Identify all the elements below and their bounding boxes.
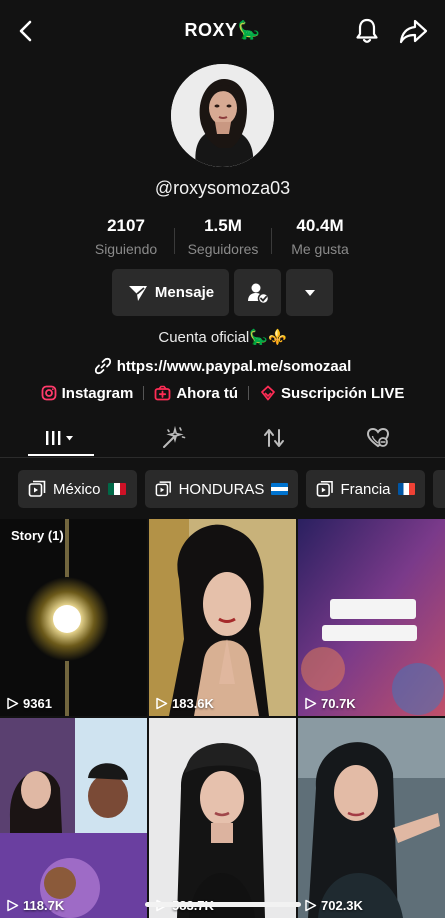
avatar-image: [171, 64, 274, 167]
subscription-icon: [261, 385, 275, 401]
video-tile-2[interactable]: 183.6K: [149, 519, 296, 716]
video-tile-1[interactable]: Story (1) 9361: [0, 519, 147, 716]
message-button[interactable]: Mensaje: [112, 269, 229, 316]
view-count-text: 9361: [23, 696, 52, 711]
caret-down-icon: [304, 289, 315, 296]
instagram-pill[interactable]: Instagram: [41, 384, 134, 402]
more-options-button[interactable]: [286, 269, 333, 316]
playlist-icon: [316, 480, 333, 497]
playlist-row: México HONDURAS Francia: [0, 470, 445, 508]
stat-followers-label: Seguidores: [187, 241, 259, 257]
play-icon: [305, 899, 317, 912]
friend-status-button[interactable]: [234, 269, 281, 316]
story-badge: Story (1): [11, 528, 64, 543]
user-check-icon: [247, 283, 269, 304]
video-thumbnail: [0, 718, 147, 918]
pill-separator: [143, 386, 145, 400]
repost-icon: [263, 429, 284, 447]
profile-link[interactable]: https://www.paypal.me/somozaal: [0, 357, 445, 375]
tab-liked[interactable]: [322, 418, 433, 458]
send-icon: [128, 285, 147, 301]
playlist-icon: [28, 480, 46, 497]
view-count-text: 118.7K: [23, 898, 65, 913]
profile-pills: Instagram Ahora tú Suscripción LIVE: [0, 382, 445, 404]
video-thumbnail: [298, 718, 445, 918]
link-icon: [94, 357, 111, 375]
instagram-pill-label: Instagram: [61, 384, 134, 402]
subscription-pill-label: Suscripción LIVE: [281, 384, 405, 402]
dinosaur-emoji: 🦕: [237, 20, 261, 40]
play-icon: [305, 697, 317, 710]
top-bar: ROXY🦕: [0, 0, 445, 62]
view-count-text: 70.7K: [321, 696, 356, 711]
home-indicator[interactable]: [145, 902, 301, 907]
profile-stats: 2107 Siguiendo 1.5M Seguidores 40.4M Me …: [78, 216, 368, 260]
playlist-francia-label: Francia: [340, 480, 391, 498]
play-icon: [7, 899, 19, 912]
video-thumbnail: [298, 519, 445, 716]
view-count: 183.6K: [155, 696, 214, 711]
hidden-likes-icon: [366, 427, 389, 448]
stat-likes[interactable]: 40.4M Me gusta: [272, 216, 368, 257]
tab-videos[interactable]: [6, 418, 117, 458]
bell-icon[interactable]: [352, 16, 382, 46]
mexico-flag-icon: [107, 483, 126, 495]
share-icon[interactable]: [398, 16, 430, 46]
stat-following-value: 2107: [107, 216, 145, 235]
view-count: 70.7K: [304, 696, 356, 711]
video-tile-5[interactable]: 583.7K: [149, 718, 296, 918]
video-thumbnail: [149, 718, 296, 918]
stat-followers[interactable]: 1.5M Seguidores: [175, 216, 271, 257]
playlist-icon: [155, 481, 171, 497]
playlist-mexico[interactable]: México: [18, 470, 137, 508]
profile-avatar[interactable]: [171, 64, 274, 167]
sparkle-wand-icon: [162, 425, 185, 448]
view-count-text: 702.3K: [321, 898, 363, 913]
stat-likes-value: 40.4M: [296, 216, 344, 235]
france-flag-icon: [397, 483, 415, 495]
profile-bio: Cuenta oficial🦕⚜️: [158, 329, 287, 346]
playlist-next[interactable]: [433, 470, 445, 508]
videos-grid-icon: [45, 431, 73, 445]
active-tab-indicator: [28, 454, 94, 456]
playlist-honduras[interactable]: HONDURAS: [145, 470, 298, 508]
video-grid: Story (1) 9361 183.6K 70.7K 118.7K 702.3…: [0, 519, 445, 918]
message-button-label: Mensaje: [154, 284, 215, 301]
video-tile-4[interactable]: 118.7K: [0, 718, 147, 918]
video-tile-3[interactable]: 70.7K: [298, 519, 445, 716]
stat-following-label: Siguiendo: [94, 241, 158, 257]
view-count: 118.7K: [6, 898, 64, 913]
play-icon: [156, 697, 168, 710]
profile-title-text: ROXY: [184, 20, 238, 40]
profile-handle: @roxysomoza03: [154, 178, 291, 198]
profile-link-text: https://www.paypal.me/somozaal: [116, 357, 352, 375]
stat-followers-value: 1.5M: [204, 216, 242, 235]
ahora-tu-pill-label: Ahora tú: [176, 384, 238, 402]
pill-separator: [248, 386, 249, 400]
view-count-text: 183.6K: [172, 696, 214, 711]
playlist-francia[interactable]: Francia: [306, 470, 425, 508]
view-count: 702.3K: [304, 898, 363, 913]
ahora-tu-pill[interactable]: Ahora tú: [154, 385, 238, 402]
tab-favorites[interactable]: [117, 418, 228, 458]
stat-following[interactable]: 2107 Siguiendo: [78, 216, 174, 257]
ahora-tu-icon: [154, 385, 171, 401]
subscription-pill[interactable]: Suscripción LIVE: [259, 385, 404, 402]
video-thumbnail: [0, 519, 147, 716]
video-thumbnail: [149, 519, 296, 716]
view-count: 9361: [6, 696, 52, 711]
playlist-honduras-label: HONDURAS: [178, 480, 265, 498]
playlist-mexico-label: México: [53, 480, 101, 498]
tab-reposts[interactable]: [218, 418, 329, 458]
honduras-flag-icon: [271, 483, 288, 495]
content-tabs: [0, 418, 445, 458]
instagram-icon: [41, 385, 57, 401]
stat-likes-label: Me gusta: [291, 241, 349, 257]
video-tile-6[interactable]: 702.3K: [298, 718, 445, 918]
play-icon: [7, 697, 19, 710]
